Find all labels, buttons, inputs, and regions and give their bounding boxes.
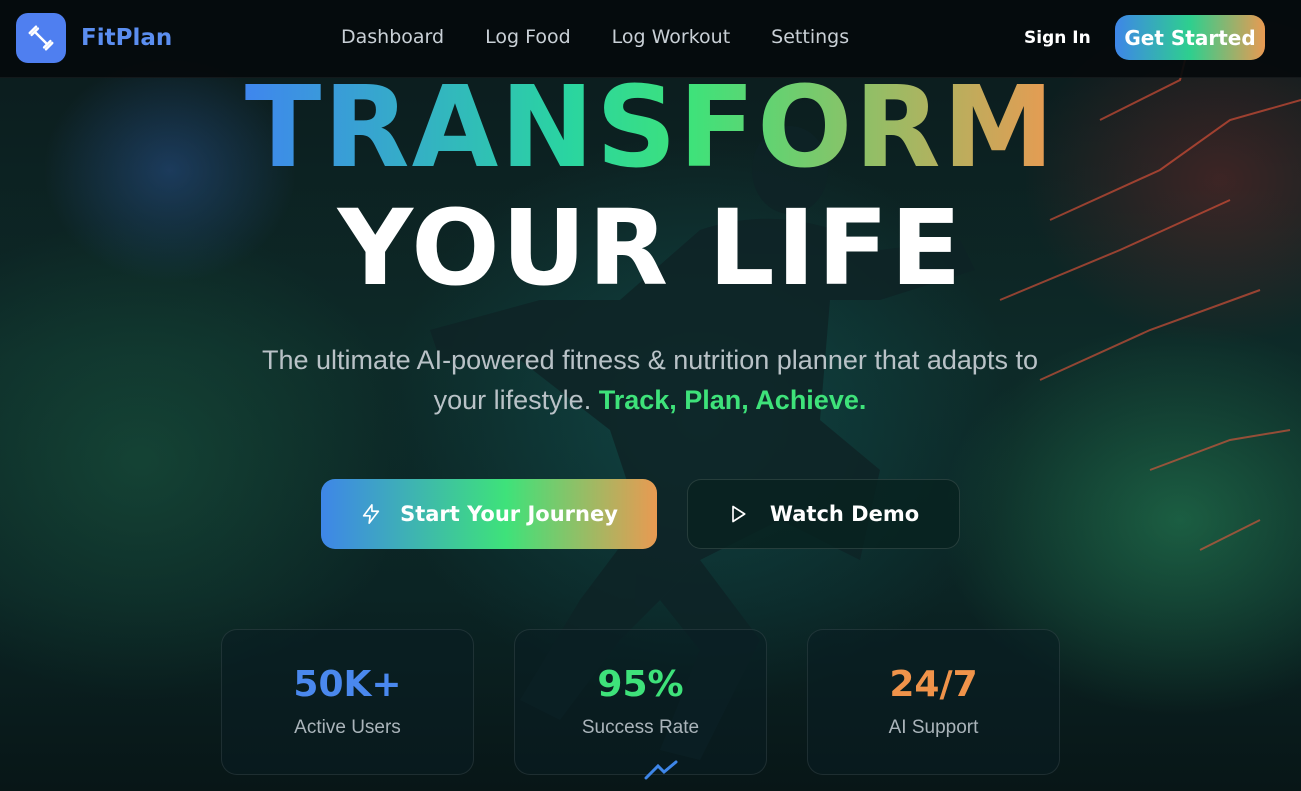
main-nav: Dashboard Log Food Log Workout Settings	[341, 26, 849, 48]
hero-headline: TRANSFORM YOUR LIFE	[0, 66, 1301, 306]
watch-demo-button[interactable]: Watch Demo	[687, 479, 960, 549]
get-started-button[interactable]: Get Started	[1115, 15, 1265, 60]
brand-name[interactable]: FitPlan	[81, 25, 172, 51]
start-journey-button[interactable]: Start Your Journey	[321, 479, 657, 549]
stat-value: 50K+	[293, 664, 402, 705]
watch-demo-label: Watch Demo	[769, 502, 920, 526]
scroll-down-icon[interactable]	[642, 760, 682, 784]
stat-card-active-users: 50K+ Active Users	[221, 629, 474, 775]
start-journey-label: Start Your Journey	[400, 502, 618, 526]
nav-item-log-workout[interactable]: Log Workout	[612, 26, 731, 48]
nav-item-settings[interactable]: Settings	[771, 26, 849, 48]
nav-item-dashboard[interactable]: Dashboard	[341, 26, 444, 48]
dumbbell-icon	[28, 25, 54, 51]
stat-label: Success Rate	[581, 717, 700, 738]
nav-item-log-food[interactable]: Log Food	[485, 26, 571, 48]
stat-label: AI Support	[888, 717, 979, 738]
sign-in-link[interactable]: Sign In	[1024, 28, 1091, 48]
stat-label: Active Users	[294, 717, 401, 738]
stat-value: 95%	[597, 664, 684, 705]
logo-badge[interactable]	[16, 13, 66, 63]
headline-line-2: YOUR LIFE	[337, 187, 964, 309]
subtitle-accent: Track, Plan, Achieve.	[598, 385, 867, 415]
stat-card-ai-support: 24/7 AI Support	[807, 629, 1060, 775]
play-icon	[731, 505, 746, 523]
stat-card-success-rate: 95% Success Rate	[514, 629, 767, 775]
lightning-icon	[362, 504, 380, 524]
hero-subtitle: The ultimate AI-powered fitness & nutrit…	[250, 340, 1050, 420]
stat-value: 24/7	[889, 664, 978, 705]
headline-line-1: TRANSFORM	[244, 63, 1057, 193]
